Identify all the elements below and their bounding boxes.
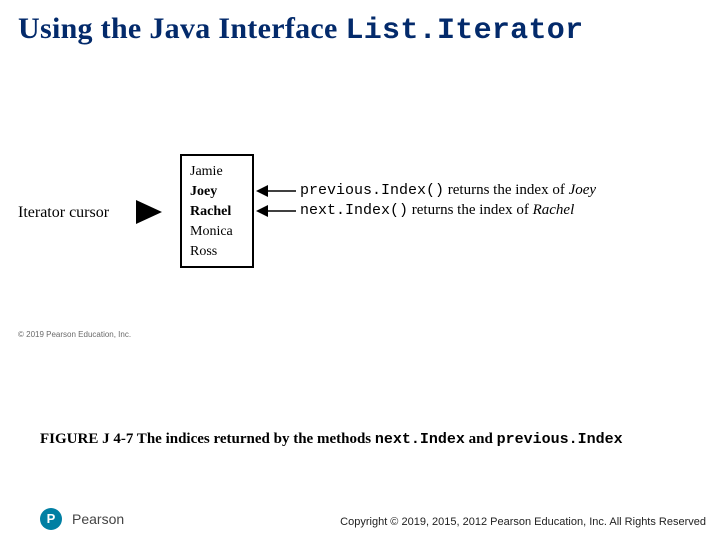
caption-mid: and bbox=[465, 431, 497, 447]
pearson-logo: P Pearson bbox=[40, 508, 124, 530]
slide-title: Using the Java Interface List.Iterator bbox=[18, 12, 583, 48]
title-code: List.Iterator bbox=[345, 14, 583, 48]
logo-text: Pearson bbox=[72, 511, 124, 527]
method-desc: returns the index of bbox=[408, 202, 533, 218]
title-text: Using the Java Interface bbox=[18, 12, 345, 45]
caption-lead: FIGURE J 4-7 The indices returned by the… bbox=[40, 431, 375, 447]
method-target: Joey bbox=[569, 182, 596, 198]
list-item: Joey bbox=[190, 182, 244, 202]
list-item: Rachel bbox=[190, 202, 244, 222]
previous-index-text: previous.Index() returns the index of Jo… bbox=[300, 182, 596, 199]
figure-caption: FIGURE J 4-7 The indices returned by the… bbox=[40, 430, 680, 450]
caption-code: next.Index bbox=[375, 431, 465, 448]
method-code: previous.Index() bbox=[300, 182, 444, 199]
list-item: Monica bbox=[190, 222, 244, 242]
arrow-left-icon bbox=[256, 184, 296, 203]
cursor-arrow-icon bbox=[136, 200, 176, 224]
cursor-label: Iterator cursor bbox=[18, 204, 109, 222]
list-item: Jamie bbox=[190, 162, 244, 182]
method-code: next.Index() bbox=[300, 202, 408, 219]
arrow-left-icon bbox=[256, 204, 296, 223]
logo-mark-icon: P bbox=[40, 508, 62, 530]
list-item: Ross bbox=[190, 242, 244, 262]
figure: Iterator cursor Jamie Joey Rachel Monica… bbox=[18, 150, 702, 330]
method-desc: returns the index of bbox=[444, 182, 569, 198]
copyright-text: Copyright © 2019, 2015, 2012 Pearson Edu… bbox=[340, 516, 706, 528]
slide: Using the Java Interface List.Iterator I… bbox=[0, 0, 720, 540]
method-target: Rachel bbox=[533, 202, 575, 218]
figure-copyright: © 2019 Pearson Education, Inc. bbox=[18, 330, 131, 339]
next-index-text: next.Index() returns the index of Rachel bbox=[300, 202, 574, 219]
name-list-box: Jamie Joey Rachel Monica Ross bbox=[180, 154, 254, 268]
caption-code: previous.Index bbox=[497, 431, 623, 448]
